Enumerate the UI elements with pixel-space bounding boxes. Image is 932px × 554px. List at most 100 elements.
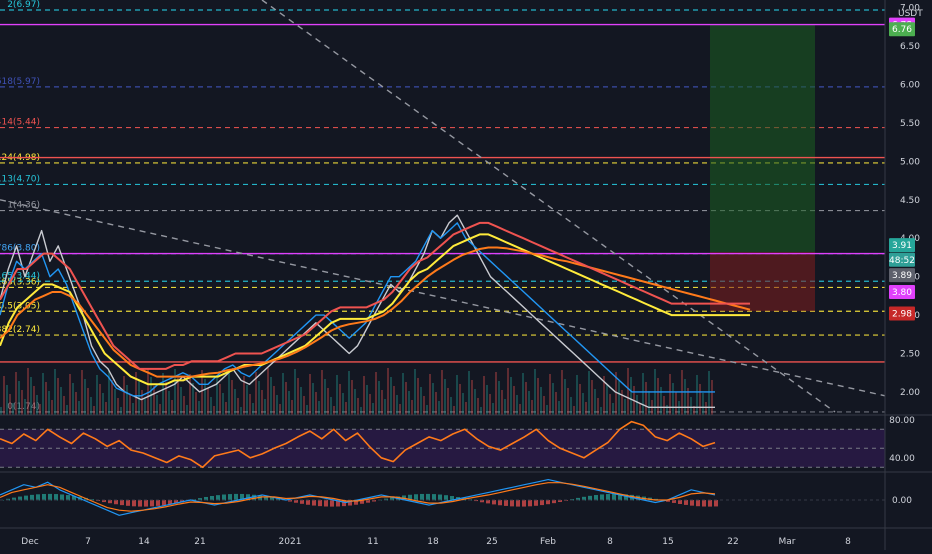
y-tick-label: 6.00 — [900, 81, 920, 91]
volume-bar — [321, 370, 323, 415]
volume-bar — [642, 373, 644, 415]
volume-bar — [219, 384, 221, 415]
volume-bar — [648, 391, 650, 415]
volume-bar — [474, 389, 476, 415]
volume-bar — [96, 375, 98, 415]
volume-bar — [639, 404, 641, 415]
volume-bar — [141, 390, 143, 415]
macd-histogram-bar — [534, 500, 538, 506]
volume-bar — [399, 404, 401, 415]
volume-bar — [27, 368, 29, 415]
volume-bar — [39, 404, 41, 415]
volume-bar — [234, 389, 236, 415]
volume-bar — [588, 371, 590, 415]
x-tick-label: 2021 — [279, 537, 302, 547]
volume-bar — [264, 399, 266, 415]
volume-bar — [153, 386, 155, 415]
macd-histogram-bar — [540, 500, 544, 506]
volume-bar — [186, 405, 188, 415]
volume-bar — [3, 376, 5, 415]
volume-bar — [630, 377, 632, 415]
volume-bar — [144, 399, 146, 415]
volume-bar — [393, 386, 395, 415]
volume-bar — [42, 373, 44, 415]
volume-bar — [30, 377, 32, 415]
volume-bar — [423, 396, 425, 415]
chart-canvas[interactable]: 0(1.74)0.382(2.74)0.5(3.05)0.65(3.36)0.6… — [0, 0, 932, 550]
macd-histogram-bar — [132, 500, 136, 507]
volume-bar — [450, 397, 452, 415]
volume-bar — [600, 407, 602, 415]
price-tag-label: 48:52 — [889, 256, 915, 266]
price-tag-label: 2.98 — [892, 310, 912, 320]
volume-bar — [276, 395, 278, 415]
volume-bar — [396, 395, 398, 415]
macd-histogram-bar — [144, 500, 148, 507]
volume-bar — [156, 395, 158, 415]
volume-bar — [672, 383, 674, 415]
volume-bar — [696, 375, 698, 415]
volume-bar — [582, 393, 584, 415]
x-tick-label: 11 — [367, 537, 378, 547]
volume-bar — [573, 406, 575, 415]
volume-bar — [291, 400, 293, 415]
x-tick-label: 25 — [486, 537, 497, 547]
volume-bar — [555, 392, 557, 415]
volume-bar — [309, 374, 311, 415]
macd-histogram-bar — [690, 500, 694, 506]
volume-bar — [435, 392, 437, 415]
macd-histogram-bar — [156, 500, 160, 506]
volume-bar — [546, 405, 548, 415]
volume-bar — [123, 376, 125, 415]
volume-bar — [705, 402, 707, 415]
macd-histogram-bar — [306, 500, 310, 505]
volume-bar — [459, 384, 461, 415]
volume-bar — [261, 390, 263, 415]
volume-bar — [48, 391, 50, 415]
volume-bar — [468, 371, 470, 415]
volume-bar — [609, 394, 611, 415]
macd-histogram-bar — [684, 500, 688, 505]
fib-level-label: 2(6.97) — [7, 0, 40, 10]
macd-histogram-bar — [324, 500, 328, 507]
x-tick-label: 8 — [845, 537, 851, 547]
volume-bar — [663, 396, 665, 415]
volume-bar — [105, 402, 107, 415]
volume-bar — [351, 380, 353, 415]
volume-bar — [294, 369, 296, 415]
volume-bar — [669, 374, 671, 415]
volume-bar — [657, 378, 659, 415]
volume-bar — [18, 381, 20, 415]
volume-bar — [210, 397, 212, 415]
volume-bar — [429, 374, 431, 415]
volume-bar — [57, 378, 59, 415]
volume-bar — [381, 390, 383, 415]
fib-level-label: 1.414(5.44) — [0, 118, 40, 128]
fib-level-label: 1.13(4.70) — [0, 174, 40, 184]
volume-bar — [45, 382, 47, 415]
macd-histogram-bar — [498, 500, 502, 506]
volume-bar — [333, 406, 335, 415]
volume-bar — [132, 403, 134, 415]
volume-bar — [21, 390, 23, 415]
volume-bar — [528, 391, 530, 415]
volume-bar — [585, 402, 587, 415]
volume-bar — [69, 374, 71, 415]
volume-bar — [540, 387, 542, 415]
macd-histogram-bar — [522, 500, 526, 507]
currency-label: USDT — [898, 9, 923, 19]
volume-bar — [465, 402, 467, 415]
volume-bar — [189, 374, 191, 415]
volume-bar — [417, 378, 419, 415]
volume-bar — [60, 387, 62, 415]
volume-bar — [129, 394, 131, 415]
volume-bar — [447, 388, 449, 415]
volume-bar — [327, 388, 329, 415]
trading-chart[interactable]: 0(1.74)0.382(2.74)0.5(3.05)0.65(3.36)0.6… — [0, 0, 932, 550]
volume-bar — [282, 373, 284, 415]
volume-bar — [402, 373, 404, 415]
volume-bar — [501, 390, 503, 415]
volume-bar — [438, 401, 440, 415]
volume-bar — [477, 398, 479, 415]
volume-bar — [366, 385, 368, 415]
